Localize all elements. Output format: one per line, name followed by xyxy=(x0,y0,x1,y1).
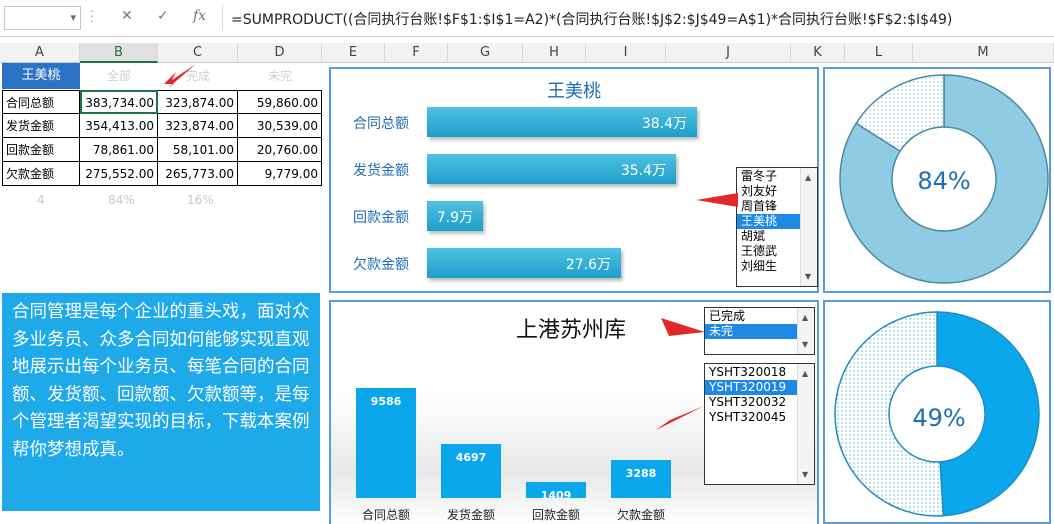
salesperson-listbox[interactable]: 雷冬子 刘友好 周首锋 王美桃 胡斌 王德武 刘细生 ▲ ▼ xyxy=(736,167,818,287)
table-cell[interactable]: 354,413.00 xyxy=(80,114,158,138)
red-arrow-icon xyxy=(661,318,705,336)
column-bar[interactable]: 4697 xyxy=(441,444,501,498)
table-cell[interactable]: 欠款金额 xyxy=(2,162,80,186)
column-header-d[interactable]: D xyxy=(238,43,322,63)
table-cell[interactable]: 58,101.00 xyxy=(158,138,238,162)
bar-chart-panel: 王美桃 合同总额 38.4万 发货金额 35.4万 回款金额 7.9万 欠款金额 27.6万 … xyxy=(329,67,819,293)
donut-chart-bottom: 49% xyxy=(834,311,1040,517)
column-header-h[interactable]: H xyxy=(523,43,586,63)
red-arrow-icon xyxy=(656,406,704,430)
donut-bottom-label: 49% xyxy=(912,404,965,432)
bar-value-label: 38.4万 xyxy=(641,116,687,132)
scroll-down-icon[interactable]: ▼ xyxy=(802,337,808,352)
donut-top-label: 84% xyxy=(917,167,970,195)
column-category-label: 欠款金额 xyxy=(616,508,665,522)
column-value-label: 4697 xyxy=(455,451,487,464)
column-header-i[interactable]: I xyxy=(586,43,666,63)
column-header-g[interactable]: G xyxy=(448,43,523,63)
column-category-label: 发货金额 xyxy=(446,508,495,522)
column-header-a[interactable]: A xyxy=(0,43,80,63)
description-text: 合同管理是每个企业的重头戏，面对众多业务员、众多合同如何能够实现直观地展示出每个… xyxy=(2,293,320,511)
scrollbar[interactable]: ▲ ▼ xyxy=(797,308,814,354)
done-percent-cell[interactable]: 84% xyxy=(108,193,135,207)
column-header-k[interactable]: K xyxy=(791,43,845,63)
status-listbox[interactable]: 已完成 未完 ▲ ▼ xyxy=(704,307,815,355)
scroll-down-icon[interactable]: ▼ xyxy=(805,269,811,284)
scroll-up-icon[interactable]: ▲ xyxy=(802,366,808,381)
bar-value-label: 7.9万 xyxy=(436,210,473,226)
table-cell[interactable]: 323,874.00 xyxy=(158,90,238,114)
insert-function-icon[interactable]: fx xyxy=(193,8,206,24)
bar[interactable]: 35.4万 xyxy=(427,154,676,184)
table-cell[interactable]: 275,552.00 xyxy=(80,162,158,186)
formula-separator xyxy=(222,5,223,31)
name-box[interactable]: ▾ xyxy=(4,6,81,30)
column-category-label: 合同总额 xyxy=(361,508,410,522)
scroll-up-icon[interactable]: ▲ xyxy=(802,310,808,325)
table-cell[interactable]: 59,860.00 xyxy=(238,90,322,114)
confirm-icon[interactable]: ✓ xyxy=(157,8,169,24)
column-header-m[interactable]: M xyxy=(913,43,1054,63)
column-chart-panel: 上港苏州库 9586 合同总额 4697 发货金额 1409 回款金额 3288 欠款金额 已… xyxy=(329,300,819,524)
bar[interactable]: 7.9万 xyxy=(427,201,483,231)
bar-label: 发货金额 xyxy=(353,163,409,179)
bar-label: 合同总额 xyxy=(353,116,409,132)
table-cell[interactable]: 265,773.00 xyxy=(158,162,238,186)
table-cell[interactable]: 78,861.00 xyxy=(80,138,158,162)
red-arrow-icon xyxy=(696,193,738,207)
donut-panel-bottom: 49% xyxy=(823,300,1051,524)
table-cell[interactable]: 合同总额 xyxy=(2,90,80,114)
table-cell[interactable]: 9,779.00 xyxy=(238,162,322,186)
salesperson-name-cell[interactable]: 王美桃 xyxy=(2,63,80,89)
column-bar[interactable]: 9586 xyxy=(356,388,416,498)
undone-percent-cell[interactable]: 16% xyxy=(187,193,214,207)
column-header-b[interactable]: B xyxy=(80,43,158,63)
header-all[interactable]: 全部 xyxy=(80,63,158,89)
column-bar[interactable]: 1409 xyxy=(526,482,586,502)
column-value-label: 3288 xyxy=(625,467,657,480)
column-chart-title: 上港苏州库 xyxy=(516,318,627,343)
scroll-down-icon[interactable]: ▼ xyxy=(802,467,808,482)
bar[interactable]: 27.6万 xyxy=(427,248,621,278)
table-cell[interactable]: 383,734.00 xyxy=(80,90,158,114)
column-category-label: 回款金额 xyxy=(531,508,580,522)
bar-label: 回款金额 xyxy=(353,210,409,226)
cancel-icon[interactable]: ✕ xyxy=(121,8,133,24)
resize-dots-icon[interactable]: · · · xyxy=(90,6,96,27)
table-cell[interactable]: 30,539.00 xyxy=(238,114,322,138)
contract-listbox[interactable]: YSHT320018 YSHT320019 YSHT320032 YSHT320045… xyxy=(704,363,815,485)
red-arrow-icon xyxy=(164,64,196,88)
donut-panel-top: 84% xyxy=(823,67,1051,293)
bar-value-label: 35.4万 xyxy=(620,163,666,179)
table-cell[interactable]: 回款金额 xyxy=(2,138,80,162)
column-bar[interactable]: 3288 xyxy=(611,460,671,498)
column-value-label: 1409 xyxy=(540,489,572,502)
header-undone[interactable]: 未完 xyxy=(238,63,322,89)
chevron-down-icon[interactable]: ▾ xyxy=(70,11,76,24)
formula-input[interactable]: =SUMPRODUCT((合同执行台账!$F$1:$I$1=A2)*(合同执行台… xyxy=(231,9,952,29)
column-value-label: 9586 xyxy=(370,395,402,408)
column-header-j[interactable]: J xyxy=(666,43,791,63)
count-cell[interactable]: 4 xyxy=(37,193,45,207)
table-cell[interactable]: 20,760.00 xyxy=(238,138,322,162)
column-header-f[interactable]: F xyxy=(385,43,448,63)
excel-window: { "formula_bar": { "formula": "=SUMPRODU… xyxy=(0,0,1054,524)
scrollbar[interactable]: ▲ ▼ xyxy=(800,168,817,286)
column-header-l[interactable]: L xyxy=(845,43,913,63)
column-header-e[interactable]: E xyxy=(322,43,385,63)
bar[interactable]: 38.4万 xyxy=(427,107,697,137)
scrollbar[interactable]: ▲ ▼ xyxy=(797,364,814,484)
table-cell[interactable]: 323,874.00 xyxy=(158,114,238,138)
scroll-up-icon[interactable]: ▲ xyxy=(805,170,811,185)
bar-label: 欠款金额 xyxy=(353,257,409,273)
donut-chart-top: 84% xyxy=(839,74,1049,284)
table-cell[interactable]: 发货金额 xyxy=(2,114,80,138)
bar-chart-title: 王美桃 xyxy=(547,81,601,102)
bar-value-label: 27.6万 xyxy=(565,257,611,273)
formula-bar: ▾ · · · ✕ ✓ fx =SUMPRODUCT((合同执行台账!$F$1:$I… xyxy=(0,0,1054,37)
